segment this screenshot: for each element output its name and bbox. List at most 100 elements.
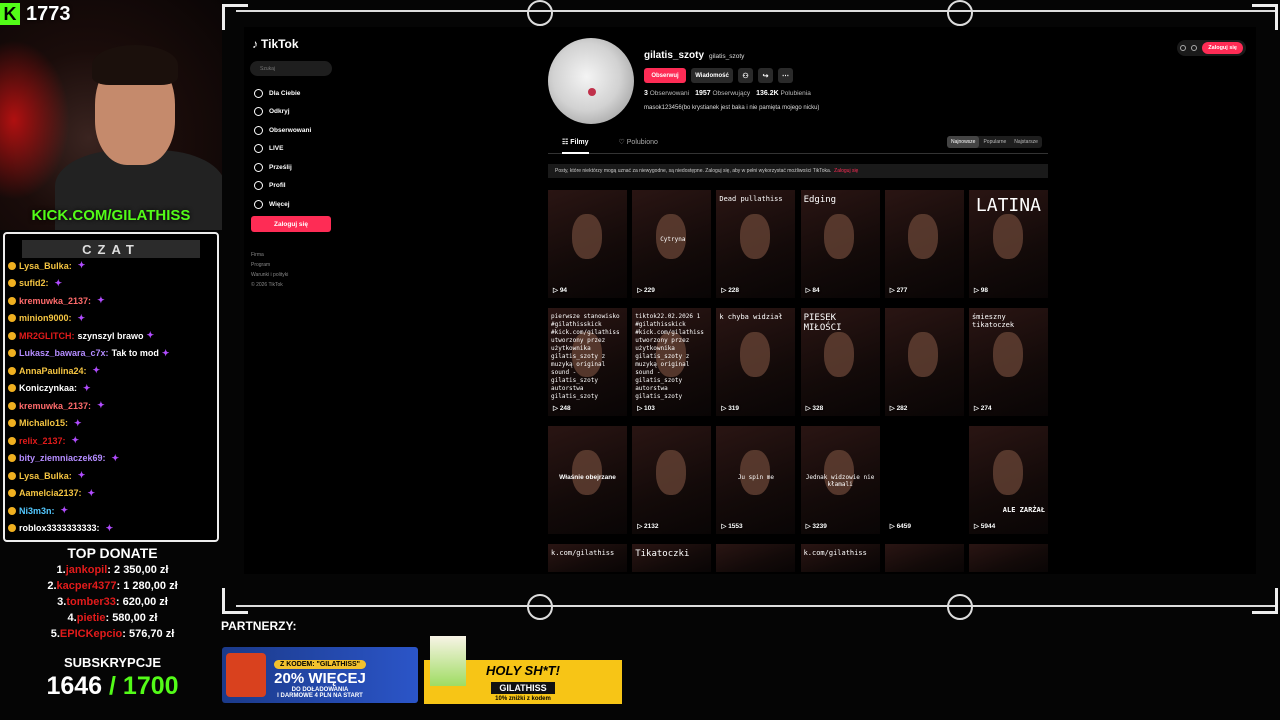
video-thumbnail[interactable]: PIESEK MIŁOŚCI ▷ 328: [800, 308, 880, 416]
sponsor-logo-icon: [527, 0, 553, 26]
sort-option[interactable]: Popularne: [979, 136, 1010, 148]
top-login-button[interactable]: Zaloguj się: [1202, 42, 1243, 54]
user-badge-icon: [8, 489, 16, 498]
user-badge-icon: [8, 524, 16, 533]
footer-link[interactable]: Program: [251, 260, 288, 270]
chat-username[interactable]: roblox3333333333:: [19, 523, 100, 533]
view-count: ▷ 94: [553, 286, 567, 294]
video-caption: ALE ZARŻAŁ: [1002, 506, 1045, 514]
sort-option[interactable]: Najnowsze: [947, 136, 980, 148]
sidebar-item[interactable]: Dla Ciebie: [254, 84, 311, 103]
chat-username[interactable]: Lysa_Bulka:: [19, 471, 72, 481]
stat-label: Polubienia: [780, 90, 811, 97]
video-thumbnail[interactable]: LATINA ▷ 98: [968, 190, 1048, 298]
video-thumbnail[interactable]: pierwsze stanowisko #gilathisskick #kick…: [548, 308, 627, 416]
video-thumbnail[interactable]: tiktok22.02.2026 1 #gilathisskick #kick.…: [632, 308, 712, 416]
avatar[interactable]: [548, 38, 634, 124]
video-thumbnail[interactable]: Cytryna ▷ 229: [632, 190, 712, 298]
share-icon[interactable]: ↪: [758, 68, 773, 83]
notice-login-link[interactable]: Zaloguj się: [834, 168, 858, 174]
follow-button[interactable]: Obserwuj: [644, 68, 686, 83]
sort-option[interactable]: Najstarsze: [1010, 136, 1042, 148]
chat-username[interactable]: Aamelcia2137:: [19, 488, 82, 498]
casehug-promo[interactable]: Z KODEM: "GILATHISS" 20% WIĘCEJ DO DOŁAD…: [222, 647, 418, 703]
video-caption: k chyba widział: [719, 313, 783, 321]
video-thumbnail[interactable]: ▷ 282: [884, 308, 964, 416]
chat-username[interactable]: MR2GLITCH:: [19, 331, 75, 341]
footer-link[interactable]: Firma: [251, 250, 288, 260]
video-caption: Tikatoczki: [635, 549, 690, 559]
donate-entry: 5.EPICKepcio: 576,70 zł: [0, 628, 225, 644]
video-thumbnail[interactable]: Dead pullathiss ▷ 228: [716, 190, 796, 298]
sidebar-item[interactable]: Profil: [254, 177, 311, 196]
video-thumbnail[interactable]: Jednak widzowie nie kłamali ▷ 3239: [800, 426, 880, 534]
video-thumbnail[interactable]: [884, 544, 964, 572]
sidebar-item[interactable]: Więcej: [254, 195, 311, 214]
donate-entry: 3.tomber33: 620,00 zł: [0, 596, 225, 612]
chat-username[interactable]: sufid2:: [19, 278, 49, 288]
tab-videos[interactable]: ☷ Filmy: [562, 138, 589, 154]
login-button[interactable]: Zaloguj się: [251, 216, 331, 232]
bottles-image: [430, 636, 466, 686]
sidebar-item-label: LIVE: [269, 145, 284, 153]
video-thumbnail[interactable]: [716, 544, 796, 572]
video-thumbnail[interactable]: Tikatoczki: [632, 544, 712, 572]
video-thumbnail[interactable]: śmieszny tikatoczek ▷ 274: [968, 308, 1048, 416]
chat-username[interactable]: AnnaPaulina24:: [19, 366, 87, 376]
video-thumbnail[interactable]: ▷ 94: [548, 190, 627, 298]
view-count-value: 282: [896, 405, 908, 412]
video-thumbnail[interactable]: k.com/gilathiss: [800, 544, 880, 572]
play-icon: ▷: [637, 405, 644, 412]
holyshit-promo[interactable]: HOLY SH*T! GILATHISS 10% zniżki z kodem: [424, 636, 622, 704]
more-icon[interactable]: ⋯: [778, 68, 793, 83]
view-count: ▷ 248: [553, 404, 571, 412]
coins-icon[interactable]: [1180, 45, 1187, 51]
emote-icon: ✦: [87, 487, 96, 498]
search-input[interactable]: Szukaj: [250, 61, 332, 76]
video-thumbnail[interactable]: Edging ▷ 84: [800, 190, 880, 298]
user-badge-icon: [8, 384, 16, 393]
video-thumbnail[interactable]: Właśnie obejrzane: [548, 426, 627, 534]
sidebar-item[interactable]: Prześlij: [254, 158, 311, 177]
sidebar-item-label: Odkryj: [269, 108, 290, 116]
tiktok-logo[interactable]: ♪ TikTok: [252, 37, 299, 51]
emote-icon: ✦: [161, 347, 170, 358]
add-friend-icon[interactable]: ⚇: [738, 68, 753, 83]
view-count-value: 274: [980, 405, 992, 412]
video-thumbnail[interactable]: [968, 544, 1048, 572]
video-thumbnail[interactable]: ALE ZARŻAŁ ▷ 5944: [968, 426, 1048, 534]
notice-banner: Posty, które niektórzy mogą uznać za nie…: [548, 164, 1048, 178]
chat-username[interactable]: Lukasz_bawara_c7x:: [19, 348, 109, 358]
message-button[interactable]: Wiadomość: [691, 68, 733, 83]
chat-username[interactable]: Lysa_Bulka:: [19, 261, 72, 271]
video-thumbnail[interactable]: ▷ 2132: [632, 426, 712, 534]
view-count: ▷ 274: [974, 404, 992, 412]
sidebar-item[interactable]: Obserwowani: [254, 121, 311, 140]
chat-username[interactable]: Ni3m3n:: [19, 506, 55, 516]
chat-username[interactable]: kremuwka_2137:: [19, 296, 91, 306]
donate-name: kacper4377: [56, 580, 117, 592]
sidebar-item[interactable]: LIVE: [254, 140, 311, 159]
video-thumbnail[interactable]: ▷ 277: [884, 190, 964, 298]
video-thumbnail[interactable]: k chyba widział ▷ 319: [716, 308, 796, 416]
video-thumbnail[interactable]: k.com/gilathiss: [548, 544, 627, 572]
chat-username[interactable]: bity_ziemniaczek69:: [19, 453, 106, 463]
chat-username[interactable]: kremuwka_2137:: [19, 401, 91, 411]
view-count: ▷ 1553: [721, 522, 742, 530]
tab-liked[interactable]: ♡ Polubiono: [619, 138, 658, 153]
profile-stat: 136.2K Polubienia: [756, 90, 811, 97]
user-badge-icon: [8, 454, 16, 463]
chat-username[interactable]: Koniczynkaa:: [19, 383, 77, 393]
chat-username[interactable]: Michallo15:: [19, 418, 68, 428]
device-icon[interactable]: [1191, 45, 1198, 51]
video-thumbnail[interactable]: Ju spin me ▷ 1553: [716, 426, 796, 534]
footer-link[interactable]: Warunki i polityki: [251, 270, 288, 280]
chat-username[interactable]: relix_2137:: [19, 436, 66, 446]
chat-username[interactable]: minion9000:: [19, 313, 72, 323]
sidebar-item[interactable]: Odkryj: [254, 103, 311, 122]
emote-icon: ✦: [77, 260, 86, 271]
view-count-value: 229: [644, 287, 655, 294]
video-thumbnail[interactable]: ▷ 6459: [884, 426, 964, 534]
user-badge-icon: [8, 261, 16, 270]
profile-icon: [254, 181, 263, 191]
